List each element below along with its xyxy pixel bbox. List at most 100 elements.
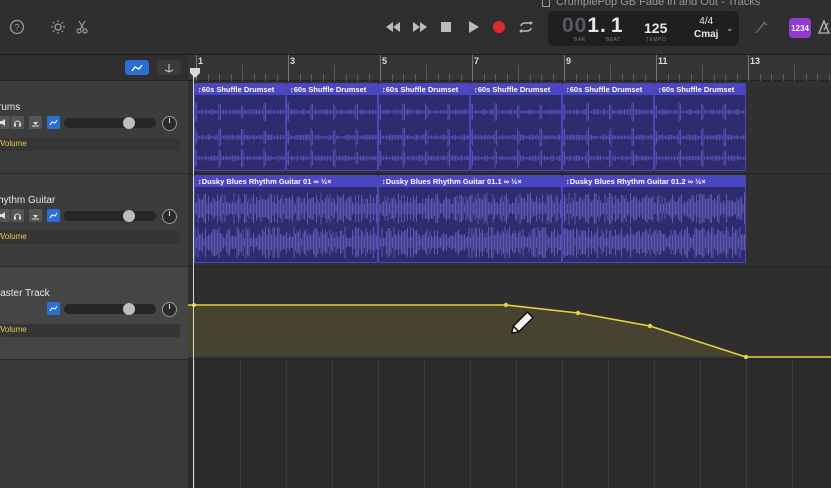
ruler-subtick	[495, 74, 496, 81]
ruler-subtick	[437, 74, 439, 81]
brightness-icon[interactable]	[49, 18, 67, 36]
lcd-tempo: 125	[644, 20, 668, 36]
ruler-tick	[518, 65, 519, 81]
ruler-subtick	[230, 74, 232, 81]
rewind-icon[interactable]	[384, 18, 402, 36]
volume-slider[interactable]	[64, 117, 156, 129]
ruler-subtick	[587, 74, 588, 81]
automation-icon[interactable]	[47, 302, 60, 315]
lcd-bar-label: BAR	[574, 37, 586, 43]
ruler-tick	[472, 55, 473, 81]
volume-slider[interactable]	[64, 303, 156, 315]
ruler-subtick	[736, 74, 738, 81]
play-icon[interactable]	[464, 18, 482, 36]
ruler-subtick	[368, 74, 370, 81]
ruler-subtick	[575, 74, 577, 81]
ruler-subtick	[506, 74, 508, 81]
track-headers: rums Volume ↕ hythm Guitar Volume ↕ last…	[0, 55, 188, 488]
pan-knob[interactable]	[162, 302, 177, 317]
mute-icon[interactable]	[0, 116, 10, 129]
playhead-handle-icon[interactable]	[190, 68, 200, 78]
playhead[interactable]	[193, 68, 194, 488]
volume-slider-knob[interactable]	[123, 303, 135, 315]
metronome-icon[interactable]	[815, 18, 831, 36]
pan-knob[interactable]	[162, 209, 177, 224]
automation-parameter-select[interactable]: Volume ↕	[0, 138, 180, 151]
automation-icon[interactable]	[47, 116, 60, 129]
automation-toggle-button[interactable]	[125, 60, 149, 75]
bar-number: 9	[566, 56, 572, 66]
scissors-icon[interactable]	[73, 18, 91, 36]
ruler-subtick	[265, 74, 266, 81]
ruler-tick	[656, 55, 657, 81]
chevron-down-icon[interactable]: ⌄	[726, 23, 734, 34]
cycle-icon[interactable]	[517, 18, 535, 36]
tuner-icon[interactable]	[752, 18, 770, 36]
master-volume-automation[interactable]	[188, 81, 831, 488]
ruler-subtick	[253, 74, 255, 81]
pencil-cursor-icon	[510, 311, 534, 335]
help-icon[interactable]: ?	[8, 18, 26, 36]
ruler-tick	[242, 65, 243, 81]
ruler-subtick	[633, 74, 634, 81]
download-icon[interactable]	[29, 209, 42, 222]
ruler-subtick	[276, 74, 278, 81]
bar-number: 5	[382, 56, 388, 66]
lcd-display[interactable]: 001. 1 BAR BEAT 125 TEMPO 4/4 Cmaj ⌄	[548, 11, 739, 46]
stop-icon[interactable]	[437, 18, 455, 36]
fast-forward-icon[interactable]	[411, 18, 429, 36]
track-header-drums[interactable]: rums Volume ↕	[0, 81, 188, 174]
ruler-tick	[334, 65, 335, 81]
ruler-subtick	[805, 74, 807, 81]
ruler-subtick	[552, 74, 554, 81]
ruler-subtick	[598, 74, 600, 81]
ruler-tick	[702, 65, 703, 81]
volume-slider-knob[interactable]	[123, 210, 135, 222]
ruler-subtick	[219, 74, 220, 81]
svg-text:?: ?	[14, 23, 19, 33]
automation-point[interactable]	[575, 310, 581, 316]
ruler-subtick	[644, 74, 646, 81]
ruler-subtick	[357, 74, 358, 81]
window-title: CrumplePop GB Fade in and Out - Tracks	[542, 0, 760, 8]
ruler-tick	[380, 55, 381, 81]
automation-point[interactable]	[503, 302, 509, 308]
ruler-subtick	[311, 74, 312, 81]
record-icon[interactable]	[490, 18, 508, 36]
mute-icon[interactable]	[0, 209, 10, 222]
ruler-tick	[794, 65, 795, 81]
volume-slider[interactable]	[64, 210, 156, 222]
track-header-master[interactable]: laster Track Volume ↕	[0, 267, 188, 360]
ruler-subtick	[679, 74, 680, 81]
ruler-subtick	[414, 74, 416, 81]
pan-knob[interactable]	[162, 116, 177, 131]
ruler-subtick	[667, 74, 669, 81]
headphones-icon[interactable]	[11, 116, 24, 129]
count-in-badge[interactable]: 1234	[789, 18, 811, 38]
ruler-subtick	[483, 74, 485, 81]
ruler-subtick	[541, 74, 542, 81]
ruler-subtick	[391, 74, 393, 81]
automation-point[interactable]	[647, 323, 653, 329]
track-name: laster Track	[0, 288, 50, 299]
volume-slider-knob[interactable]	[123, 117, 135, 129]
automation-point[interactable]	[743, 354, 749, 360]
track-header-rhythm-guitar[interactable]: hythm Guitar Volume ↕	[0, 174, 188, 267]
automation-icon[interactable]	[47, 209, 60, 222]
toolbar: CrumplePop GB Fade in and Out - Tracks ?	[0, 0, 831, 55]
ruler-subtick	[713, 74, 715, 81]
timeline-ruler[interactable]: 1 3 5 7 9 11 13	[188, 55, 831, 81]
bar-number: 3	[290, 56, 296, 66]
catch-playhead-button[interactable]	[157, 60, 181, 75]
track-name: hythm Guitar	[0, 195, 56, 206]
ruler-tick	[748, 55, 749, 81]
automation-parameter-select[interactable]: Volume ↕	[0, 324, 180, 337]
updown-arrow-icon: ↕	[0, 232, 4, 239]
arrange-area[interactable]: ↕60s Shuffle Drumset ↕60s Shuffle Drumset…	[188, 81, 831, 488]
bar-number: 7	[474, 56, 480, 66]
automation-parameter-select[interactable]: Volume ↕	[0, 231, 180, 244]
headphones-icon[interactable]	[11, 209, 24, 222]
lcd-signature: 4/4 Cmaj	[694, 16, 719, 40]
ruler-subtick	[345, 74, 347, 81]
download-icon[interactable]	[29, 116, 42, 129]
